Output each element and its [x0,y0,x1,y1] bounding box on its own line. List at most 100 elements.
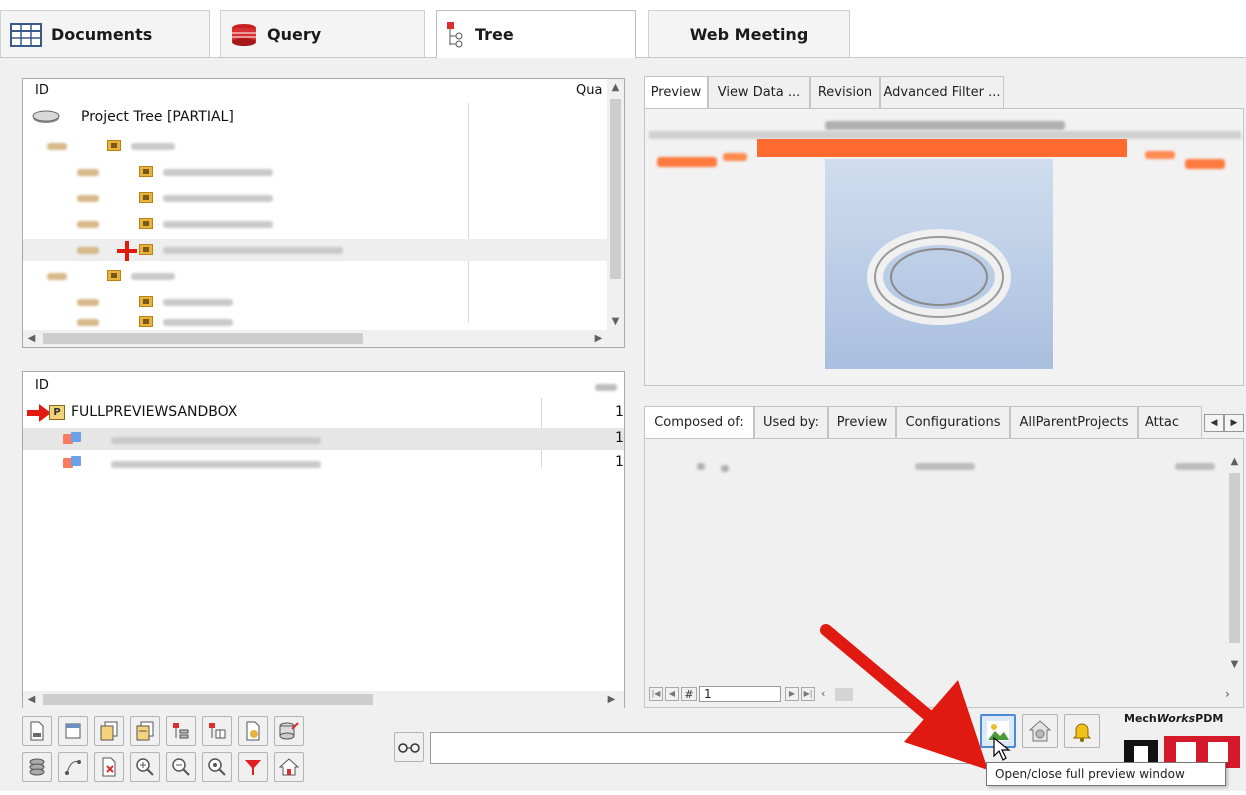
document-cost-icon[interactable] [238,716,268,746]
folder-icon [107,270,121,281]
tree-structure-icon[interactable] [166,716,196,746]
scroll-thumb[interactable] [43,694,373,705]
tab-tree-label: Tree [475,25,514,44]
folder-icon [139,166,153,177]
settings-house-icon[interactable] [1022,714,1058,748]
bom-horizontal-scrollbar[interactable]: ◀ ▶ [23,691,624,708]
home-icon[interactable] [274,752,304,782]
graph-nodes-icon[interactable] [58,752,88,782]
brand-name: MechWorksPDM [1124,712,1224,725]
tree-row[interactable] [23,161,624,183]
assembly-icon [63,456,83,470]
scroll-up-icon[interactable]: ▲ [607,79,624,96]
tree-row[interactable] [23,213,624,235]
scroll-thumb[interactable] [610,99,621,279]
tab-web-meeting-label: Web Meeting [689,25,809,44]
tab-view-data[interactable]: View Data ... [708,76,810,108]
tab-query[interactable]: Query [220,10,425,58]
scroll-down-icon[interactable]: ▼ [1226,656,1243,673]
tree-row-selected[interactable] [23,239,624,261]
copy-document-icon[interactable] [94,716,124,746]
binoculars-icon[interactable] [394,732,424,762]
zoom-in-icon[interactable] [130,752,160,782]
assembly-icon [63,432,83,446]
window-icon[interactable] [58,716,88,746]
bom-row[interactable]: 1 [23,428,624,450]
red-cross-icon [117,241,137,261]
tab-composed-of[interactable]: Composed of: [644,406,754,438]
search-input[interactable] [430,732,972,764]
tabs-left-icon[interactable]: ◀ [1204,414,1224,432]
red-arrow-icon [27,404,51,422]
scroll-left-icon[interactable]: ◀ [23,330,40,347]
scroll-up-icon[interactable]: ▲ [1226,453,1243,470]
scroll-left-icon[interactable]: ‹ [821,687,825,700]
database-icon [229,22,259,48]
duplicate-document-icon[interactable] [130,716,160,746]
composed-grid[interactable]: ▲ ▼ |◀ ◀ # 1 ▶ ▶| ‹ › [644,438,1244,708]
tab-documents-label: Documents [51,25,153,44]
project-tree-panel[interactable]: ID Qua Project Tree [PARTIAL] ▲ ▼ ◀ ▶ [22,78,625,348]
tab-allparentprojects[interactable]: AllParentProjects [1010,406,1138,438]
bom-row[interactable]: 1 [23,452,624,474]
main-area: ID Qua Project Tree [PARTIAL] ▲ ▼ ◀ ▶ Pr… [0,58,1246,709]
project-p-icon: P [49,405,65,420]
composed-vertical-scrollbar[interactable]: ▲ ▼ [1226,453,1243,673]
tree-col-id: ID [35,83,49,98]
zoom-out-icon[interactable] [166,752,196,782]
tree-row[interactable] [23,265,624,287]
scroll-left-icon[interactable]: ◀ [23,691,40,708]
scroll-thumb[interactable] [1229,473,1240,643]
prev-page-icon[interactable]: ◀ [665,687,679,701]
tab-preview[interactable]: Preview [644,76,708,108]
scroll-right-icon[interactable]: › [1225,687,1230,701]
tab-configurations[interactable]: Configurations [896,406,1010,438]
next-page-icon[interactable]: ▶ [785,687,799,701]
tree-table-icon[interactable] [202,716,232,746]
scroll-thumb[interactable] [835,688,853,701]
preview-header-strip [649,131,1241,139]
last-page-icon[interactable]: ▶| [801,687,815,701]
tree-root-label[interactable]: Project Tree [PARTIAL] [81,109,234,125]
tab-attachments[interactable]: Attac [1138,406,1202,438]
first-page-icon[interactable]: |◀ [649,687,663,701]
tree-horizontal-scrollbar[interactable]: ◀ ▶ [23,330,624,347]
page-number-input[interactable]: 1 [699,686,781,702]
tab-revision[interactable]: Revision [810,76,880,108]
database-export-icon[interactable] [274,716,304,746]
tree-icon [445,21,467,49]
folder-icon [139,296,153,307]
tooltip: Open/close full preview window [986,762,1226,786]
coin-stack-icon[interactable] [22,752,52,782]
zoom-fit-icon[interactable] [202,752,232,782]
bom-panel[interactable]: ID P FULLPREVIEWSANDBOX 1 1 1 ◀ ▶ [22,371,625,709]
tab-composed-preview[interactable]: Preview [828,406,896,438]
tree-row[interactable] [23,135,624,157]
tab-tree[interactable]: Tree [436,10,636,58]
preview-image-area [644,108,1244,386]
tree-row[interactable] [23,291,624,313]
tree-vertical-scrollbar[interactable]: ▲ ▼ [607,79,624,330]
notification-bell-icon[interactable] [1064,714,1100,748]
part-preview-image [825,159,1053,369]
scroll-right-icon[interactable]: ▶ [590,330,607,347]
preview-title-bar [757,139,1127,157]
filter-icon[interactable] [238,752,268,782]
scroll-thumb[interactable] [43,333,363,344]
folder-icon [107,140,121,151]
tabs-right-icon[interactable]: ▶ [1224,414,1244,432]
tab-advanced-filter[interactable]: Advanced Filter ... [880,76,1004,108]
folder-icon [139,218,153,229]
scroll-down-icon[interactable]: ▼ [607,313,624,330]
mouse-cursor-icon [992,736,1014,762]
tab-used-by[interactable]: Used by: [754,406,828,438]
tab-web-meeting[interactable]: Web Meeting [648,10,850,58]
bom-root-label[interactable]: FULLPREVIEWSANDBOX [71,404,237,420]
tree-row[interactable] [23,187,624,209]
table-icon [9,22,43,48]
tab-documents[interactable]: Documents [0,10,210,58]
scroll-right-icon[interactable]: ▶ [603,691,620,708]
new-document-icon[interactable] [22,716,52,746]
page-hash-label: # [681,687,697,701]
delete-document-icon[interactable] [94,752,124,782]
